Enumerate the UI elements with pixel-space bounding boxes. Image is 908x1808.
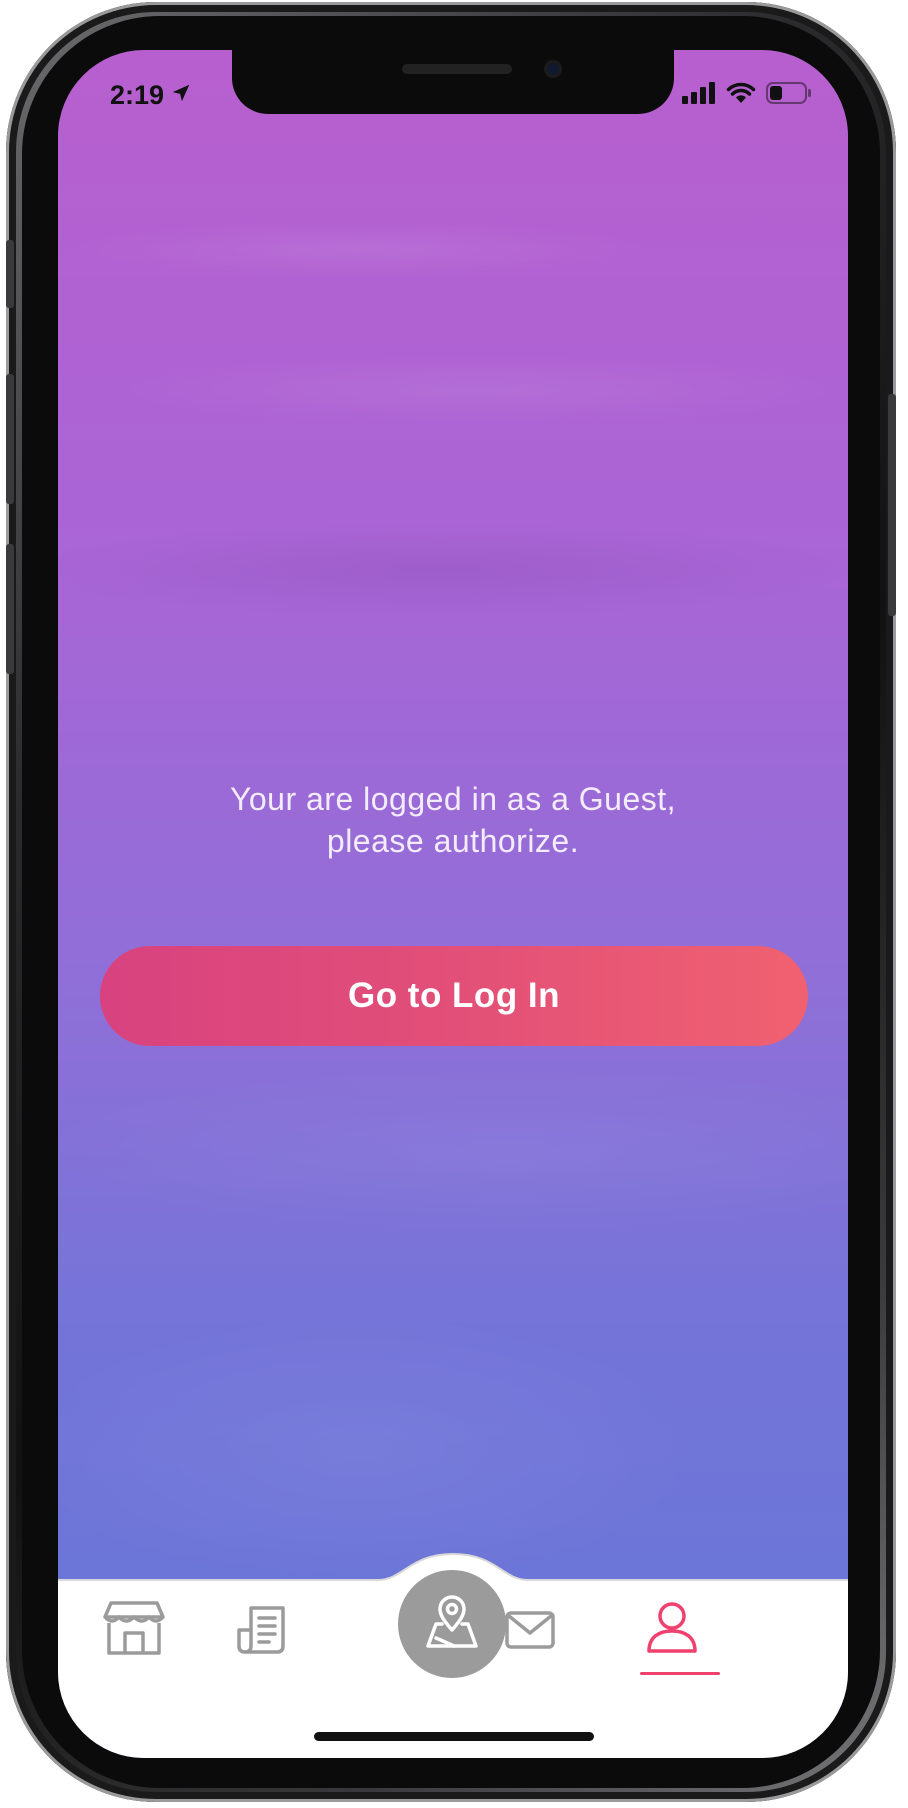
status-indicators xyxy=(682,82,812,109)
tab-profile[interactable] xyxy=(640,1598,704,1662)
go-to-login-button[interactable]: Go to Log In xyxy=(100,946,808,1046)
status-time: 2:19 xyxy=(110,80,192,111)
status-time-text: 2:19 xyxy=(110,80,165,110)
location-arrow-icon xyxy=(170,80,192,111)
guest-message-line-2: please authorize. xyxy=(326,823,580,859)
active-tab-indicator xyxy=(640,1672,720,1675)
speaker xyxy=(402,64,512,74)
silent-switch xyxy=(6,240,14,308)
home-indicator[interactable] xyxy=(314,1732,594,1741)
volume-up-button xyxy=(6,374,14,504)
tab-mail[interactable] xyxy=(498,1602,562,1662)
mail-icon xyxy=(505,1610,555,1654)
tab-news[interactable] xyxy=(230,1602,294,1662)
news-icon xyxy=(237,1605,287,1659)
battery-icon xyxy=(766,82,812,109)
volume-down-button xyxy=(6,544,14,674)
store-icon xyxy=(103,1600,165,1660)
app-screen: 2:19 Your are logged in as a Guest, plea… xyxy=(58,50,848,1758)
tab-store[interactable] xyxy=(102,1600,166,1660)
guest-message-line-1: Your are logged in as a Guest, xyxy=(229,781,677,817)
notch xyxy=(232,50,674,114)
wifi-icon xyxy=(726,82,756,109)
map-pin-icon xyxy=(424,1594,480,1655)
guest-message: Your are logged in as a Guest, please au… xyxy=(58,778,848,862)
tab-map[interactable] xyxy=(398,1570,506,1678)
cellular-signal-icon xyxy=(682,82,716,109)
front-camera xyxy=(544,60,562,78)
user-icon xyxy=(645,1601,699,1660)
power-button xyxy=(888,394,896,616)
